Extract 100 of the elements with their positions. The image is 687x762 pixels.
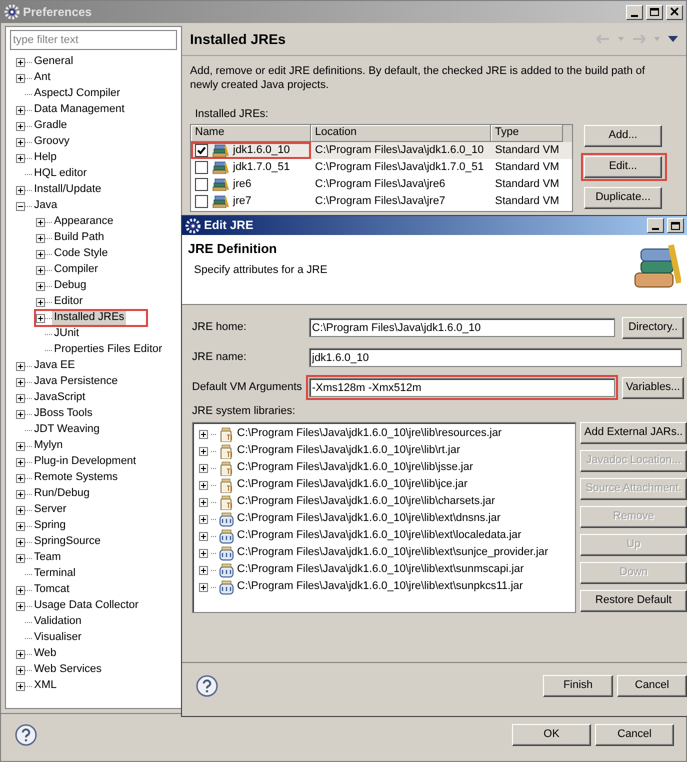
checkbox[interactable] xyxy=(195,144,208,158)
tree-item[interactable]: JDT Weaving xyxy=(32,423,102,437)
tree-item[interactable]: Groovy xyxy=(32,135,72,149)
library-path[interactable]: C:\Program Files\Java\jdk1.6.0_10\jre\lib\ext\sunmscapi.jar xyxy=(237,563,524,578)
dialog-button[interactable]: Variables... xyxy=(622,376,684,398)
expand-icon[interactable] xyxy=(16,106,25,114)
tree-item[interactable]: Team xyxy=(32,551,63,565)
expand-icon[interactable] xyxy=(36,282,45,290)
tree-item[interactable]: SpringSource xyxy=(32,535,103,549)
collapse-icon[interactable] xyxy=(16,202,25,210)
dialog-button[interactable]: Duplicate... xyxy=(584,187,662,210)
column-header[interactable]: Name xyxy=(191,125,311,142)
tree-item[interactable]: Installed JREs xyxy=(52,311,126,325)
expand-icon[interactable] xyxy=(16,362,25,370)
column-header[interactable]: Type xyxy=(491,125,563,142)
tree-item[interactable]: Build Path xyxy=(52,231,106,245)
expand-icon[interactable] xyxy=(36,314,45,322)
table-row[interactable]: jdk1.7.0_51 C:\Program Files\Java\jdk1.7.0_51 Standard VM xyxy=(191,159,572,176)
help-icon[interactable] xyxy=(196,674,218,696)
expand-icon[interactable] xyxy=(199,582,208,592)
expand-icon[interactable] xyxy=(199,430,208,439)
tree-item[interactable]: Help xyxy=(32,151,59,165)
expand-icon[interactable] xyxy=(36,218,45,226)
checkbox[interactable] xyxy=(195,161,208,174)
dialog-button[interactable]: Cancel xyxy=(617,674,687,696)
help-icon[interactable] xyxy=(15,724,37,746)
expand-icon[interactable] xyxy=(16,586,25,594)
tree-item[interactable]: Web xyxy=(32,647,58,661)
tree-item[interactable]: Install/Update xyxy=(32,183,104,197)
tree-item[interactable]: Spring xyxy=(32,519,68,533)
tree-item[interactable]: Validation xyxy=(32,615,84,629)
expand-icon[interactable] xyxy=(16,122,25,130)
library-path[interactable]: C:\Program Files\Java\jdk1.6.0_10\jre\lib\jce.jar xyxy=(237,478,468,492)
tree-item[interactable]: Java EE xyxy=(32,359,77,373)
expand-icon[interactable] xyxy=(199,548,208,558)
expand-icon[interactable] xyxy=(16,154,25,162)
expand-icon[interactable] xyxy=(16,538,25,546)
library-path[interactable]: C:\Program Files\Java\jdk1.6.0_10\jre\lib\ext\dnsns.jar xyxy=(237,512,501,526)
expand-icon[interactable] xyxy=(199,480,208,490)
minimize-button[interactable] xyxy=(626,4,643,20)
library-path[interactable]: C:\Program Files\Java\jdk1.6.0_10\jre\lib\ext\localedata.jar xyxy=(237,529,522,544)
dialog-button[interactable]: Finish xyxy=(543,674,613,696)
expand-icon[interactable] xyxy=(36,250,45,258)
expand-icon[interactable] xyxy=(16,554,25,562)
expand-icon[interactable] xyxy=(16,186,25,194)
expand-icon[interactable] xyxy=(36,234,45,242)
tree-item[interactable]: Run/Debug xyxy=(32,487,92,501)
tree-item[interactable]: Appearance xyxy=(52,215,116,229)
input-field[interactable]: jdk1.6.0_10 xyxy=(309,348,682,367)
expand-icon[interactable] xyxy=(16,650,25,658)
tree-item[interactable]: Terminal xyxy=(32,567,78,581)
tree-item[interactable]: Editor xyxy=(52,295,85,309)
expand-icon[interactable] xyxy=(199,532,208,541)
expand-icon[interactable] xyxy=(16,602,25,610)
minimize-button[interactable] xyxy=(647,218,664,233)
tree-item[interactable]: Gradle xyxy=(32,119,70,133)
expand-icon[interactable] xyxy=(16,378,25,386)
expand-icon[interactable] xyxy=(199,566,208,575)
table-row[interactable]: jre7 C:\Program Files\Java\jre7 Standard VM xyxy=(191,193,572,210)
library-path[interactable]: C:\Program Files\Java\jdk1.6.0_10\jre\lib\resources.jar xyxy=(237,427,502,442)
tree-item[interactable]: JUnit xyxy=(52,327,82,341)
dialog-button[interactable]: Add External JARs.. xyxy=(580,422,687,444)
tree-item[interactable]: Tomcat xyxy=(32,583,72,597)
view-menu-icon[interactable] xyxy=(668,36,678,42)
tree-item[interactable]: Usage Data Collector xyxy=(32,599,141,613)
expand-icon[interactable] xyxy=(16,442,25,450)
expand-icon[interactable] xyxy=(16,458,25,466)
filter-field[interactable]: type filter text xyxy=(10,30,177,50)
expand-icon[interactable] xyxy=(16,410,25,418)
library-path[interactable]: C:\Program Files\Java\jdk1.6.0_10\jre\lib\ext\sunjce_provider.jar xyxy=(237,546,548,560)
tree-item[interactable]: Compiler xyxy=(52,263,100,277)
tree-item[interactable]: Java xyxy=(32,199,60,213)
table-row[interactable]: jdk1.6.0_10 C:\Program Files\Java\jdk1.6.0_10 Standard VM xyxy=(191,142,572,160)
dialog-button[interactable]: Directory.. xyxy=(622,316,684,338)
tree-item[interactable]: HQL editor xyxy=(32,167,89,181)
tree-item[interactable]: Remote Systems xyxy=(32,471,120,485)
tree-item[interactable]: Debug xyxy=(52,279,88,293)
tree-item[interactable]: General xyxy=(32,55,76,69)
expand-icon[interactable] xyxy=(199,446,208,456)
table-row[interactable]: jre6 C:\Program Files\Java\jre6 Standard VM xyxy=(191,176,572,194)
tree-item[interactable]: Ant xyxy=(32,71,53,85)
maximize-button[interactable] xyxy=(667,218,684,233)
tree-item[interactable]: JBoss Tools xyxy=(32,407,94,421)
tree-item[interactable]: XML xyxy=(32,679,59,693)
tree-item[interactable]: Properties Files Editor xyxy=(52,343,164,357)
tree-item[interactable]: Visualiser xyxy=(32,631,84,645)
tree-item[interactable]: Server xyxy=(32,503,68,517)
expand-icon[interactable] xyxy=(16,682,25,690)
expand-icon[interactable] xyxy=(199,464,208,473)
dialog-button[interactable]: OK xyxy=(512,724,591,746)
expand-icon[interactable] xyxy=(36,266,45,274)
expand-icon[interactable] xyxy=(199,514,208,524)
expand-icon[interactable] xyxy=(16,506,25,514)
maximize-button[interactable] xyxy=(646,4,663,20)
expand-icon[interactable] xyxy=(199,498,208,507)
tree-item[interactable]: Plug-in Development xyxy=(32,455,138,469)
expand-icon[interactable] xyxy=(16,474,25,482)
dialog-button[interactable]: Cancel xyxy=(595,724,674,746)
input-field[interactable]: C:\Program Files\Java\jdk1.6.0_10 xyxy=(309,318,615,337)
tree-item[interactable]: Java Persistence xyxy=(32,375,120,389)
